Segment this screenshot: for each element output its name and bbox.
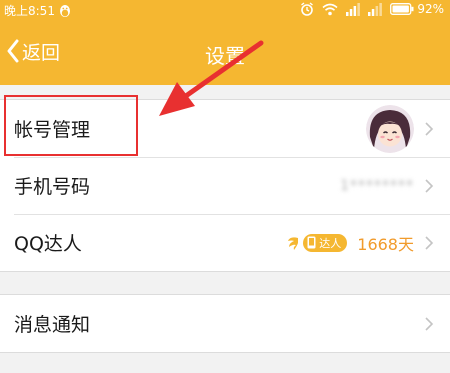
chevron-right-icon bbox=[425, 316, 434, 331]
battery-level: 92% bbox=[417, 2, 444, 16]
settings-content: 帐号管理 手机号码 1******** QQ达人 达人 1668天 消息通知 bbox=[0, 85, 450, 353]
row-right: 1******** bbox=[340, 178, 434, 194]
signal-icon bbox=[346, 2, 361, 16]
row-message-notification[interactable]: 消息通知 bbox=[0, 295, 450, 352]
badge-pill: 达人 bbox=[303, 233, 348, 252]
qq-expert-days: 1668天 bbox=[357, 234, 414, 254]
group-gap bbox=[0, 272, 450, 294]
wing-icon bbox=[288, 236, 299, 250]
row-label: 手机号码 bbox=[14, 176, 91, 198]
signal-icon-secondary bbox=[368, 2, 383, 16]
phone-badge-icon bbox=[307, 236, 316, 249]
row-right bbox=[366, 104, 434, 153]
page-title: 设置 bbox=[205, 44, 245, 68]
row-label: 消息通知 bbox=[14, 314, 91, 336]
badge-label: 达人 bbox=[319, 236, 342, 250]
status-bar: 晚上8:51 92% bbox=[0, 0, 450, 20]
chevron-right-icon bbox=[425, 121, 434, 136]
nav-bar: 返回 设置 bbox=[0, 20, 450, 85]
row-right bbox=[424, 316, 434, 332]
settings-group-notifications: 消息通知 bbox=[0, 294, 450, 353]
row-phone-number[interactable]: 手机号码 1******** bbox=[0, 157, 450, 214]
row-account-management[interactable]: 帐号管理 bbox=[0, 100, 450, 157]
status-time: 晚上8:51 bbox=[4, 4, 55, 18]
row-label: 帐号管理 bbox=[14, 119, 91, 141]
row-qq-expert[interactable]: QQ达人 达人 1668天 bbox=[0, 214, 450, 271]
qq-penguin-icon bbox=[59, 4, 70, 17]
phone-number-value: 1******** bbox=[340, 177, 414, 194]
wifi-icon bbox=[322, 3, 338, 15]
avatar bbox=[366, 104, 414, 153]
alarm-icon bbox=[301, 2, 314, 16]
battery-icon bbox=[390, 3, 414, 15]
status-right: 92% bbox=[300, 2, 444, 16]
row-label: QQ达人 bbox=[14, 233, 82, 255]
battery: 92% bbox=[390, 2, 444, 16]
row-right: 达人 1668天 bbox=[287, 231, 434, 255]
status-left: 晚上8:51 bbox=[4, 2, 71, 19]
settings-group-account: 帐号管理 手机号码 1******** QQ达人 达人 1668天 bbox=[0, 99, 450, 272]
chevron-right-icon bbox=[425, 178, 434, 193]
qq-expert-badge: 达人 bbox=[287, 233, 348, 252]
chevron-right-icon bbox=[425, 235, 434, 250]
